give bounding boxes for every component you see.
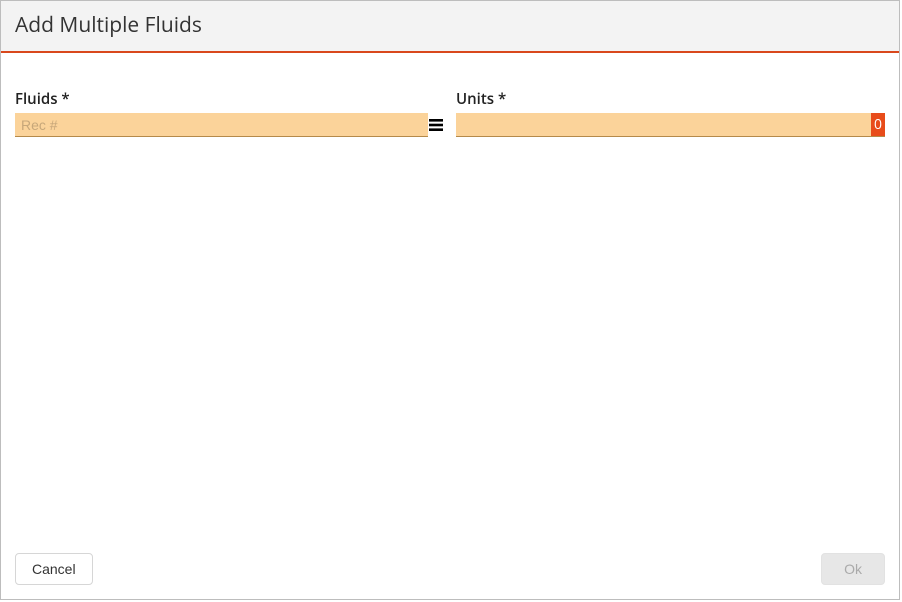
units-input-row: 0 xyxy=(456,113,885,137)
dialog-footer: Cancel Ok xyxy=(1,541,899,599)
fluids-input[interactable] xyxy=(15,113,428,137)
fluids-label: Fluids * xyxy=(15,89,444,109)
units-label: Units * xyxy=(456,89,885,109)
ok-button[interactable]: Ok xyxy=(821,553,885,585)
menu-icon[interactable] xyxy=(428,113,444,137)
dialog-title: Add Multiple Fluids xyxy=(15,11,885,39)
units-field: Units * 0 xyxy=(456,89,885,137)
dialog-header: Add Multiple Fluids xyxy=(1,1,899,53)
dialog-body: Fluids * Units * 0 xyxy=(1,53,899,541)
cancel-button[interactable]: Cancel xyxy=(15,553,93,585)
units-selection-highlight: 0 xyxy=(871,113,885,137)
add-multiple-fluids-dialog: Add Multiple Fluids Fluids * Units * 0 xyxy=(0,0,900,600)
fluids-field: Fluids * xyxy=(15,89,444,137)
fluids-input-row xyxy=(15,113,444,137)
units-input[interactable] xyxy=(456,113,871,137)
